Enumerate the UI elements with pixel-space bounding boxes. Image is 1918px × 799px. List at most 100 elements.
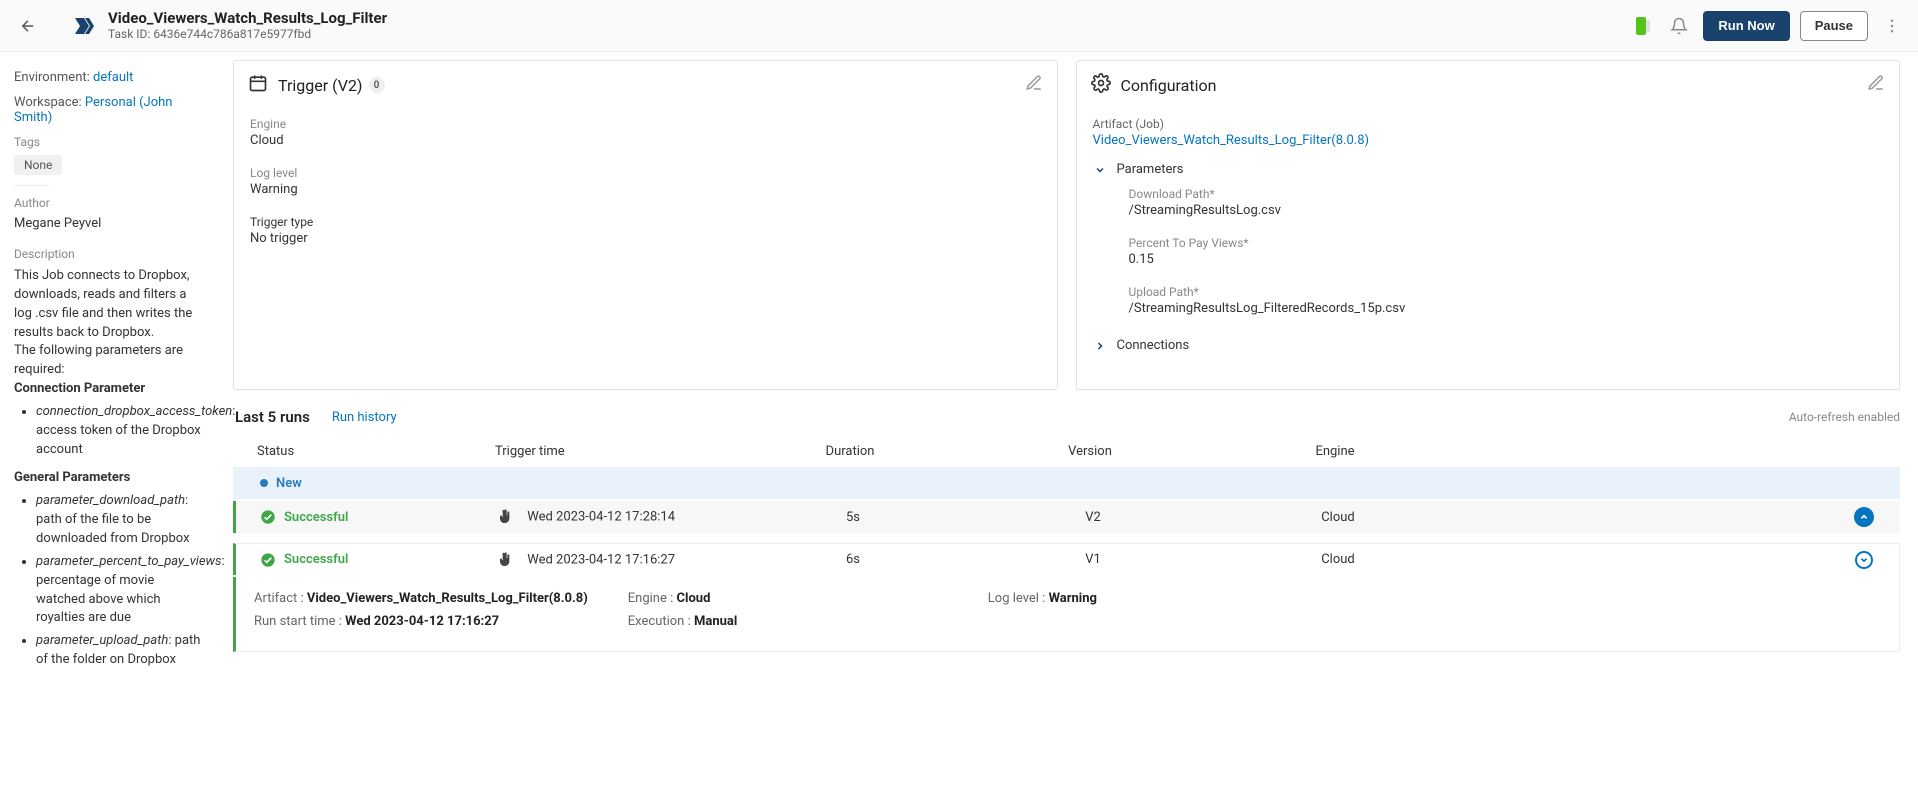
detail-engine-label: Engine : xyxy=(628,591,673,606)
connections-label: Connections xyxy=(1117,338,1190,353)
title-block: Video_Viewers_Watch_Results_Log_Filter T… xyxy=(108,9,1627,43)
tag-none: None xyxy=(14,155,62,175)
task-id-line: Task ID: 6436e744c786a817e5977fbd xyxy=(108,27,1627,43)
conn-param-name: connection_dropbox_access_token xyxy=(36,404,232,419)
loglevel-value: Warning xyxy=(250,182,1041,197)
task-id-value: 6436e744c786a817e5977fbd xyxy=(153,27,311,41)
environment-label: Environment: xyxy=(14,70,90,85)
more-menu-icon[interactable] xyxy=(1878,12,1906,40)
page-title: Video_Viewers_Watch_Results_Log_Filter xyxy=(108,9,1627,27)
general-param-heading: General Parameters xyxy=(14,470,130,485)
gen-param-1: parameter_download_path: path of the fil… xyxy=(36,492,201,549)
row2-version: V1 xyxy=(968,552,1218,567)
main-content: Trigger (V2) 0 Engine Cloud Log level Wa… xyxy=(215,52,1918,698)
run-row-2[interactable]: Successful Wed 2023-04-12 17:16:27 6s V1… xyxy=(233,543,1900,575)
pause-button[interactable]: Pause xyxy=(1800,11,1868,41)
runs-section-title: Last 5 runs xyxy=(235,408,310,426)
description-label: Description xyxy=(14,247,201,261)
manual-trigger-icon xyxy=(498,552,514,568)
arrow-left-icon xyxy=(19,17,37,35)
gen-param-3-name: parameter_upload_path xyxy=(36,633,168,648)
download-path-value: /StreamingResultsLog.csv xyxy=(1129,203,1884,218)
artifact-label: Artifact (Job) xyxy=(1093,117,1884,131)
author-label: Author xyxy=(14,196,201,210)
status-dot-icon xyxy=(260,479,268,487)
run-history-link[interactable]: Run history xyxy=(332,410,397,425)
row2-engine: Cloud xyxy=(1218,552,1458,567)
run-row-1[interactable]: Successful Wed 2023-04-12 17:28:14 5s V2… xyxy=(233,501,1900,533)
gear-icon xyxy=(1091,73,1111,97)
gen-param-2-name: parameter_percent_to_pay_views xyxy=(36,554,222,569)
parameters-label: Parameters xyxy=(1117,162,1184,177)
col-engine: Engine xyxy=(1215,444,1455,459)
detail-start-value: Wed 2023-04-12 17:16:27 xyxy=(345,614,499,629)
run-row-2-detail: Artifact : Video_Viewers_Watch_Results_L… xyxy=(233,577,1900,652)
parameters-toggle[interactable]: Parameters xyxy=(1093,158,1884,181)
status-success-label: Successful xyxy=(284,510,348,525)
runs-table: Status Trigger time Duration Version Eng… xyxy=(233,436,1900,652)
artifact-link[interactable]: Video_Viewers_Watch_Results_Log_Filter(8… xyxy=(1093,133,1370,148)
description-intro: This Job connects to Dropbox, downloads,… xyxy=(14,268,192,340)
connection-param-heading: Connection Parameter xyxy=(14,381,145,396)
top-bar: Video_Viewers_Watch_Results_Log_Filter T… xyxy=(0,0,1918,52)
detail-engine-value: Cloud xyxy=(677,591,711,606)
row1-version: V2 xyxy=(968,510,1218,525)
run-row-new[interactable]: New xyxy=(233,467,1900,499)
detail-exec-value: Manual xyxy=(694,614,737,629)
manual-trigger-icon xyxy=(498,509,514,525)
bell-icon[interactable] xyxy=(1665,12,1693,40)
calendar-icon xyxy=(248,73,268,97)
chevron-down-icon xyxy=(1093,164,1107,176)
gen-param-3: parameter_upload_path: path of the folde… xyxy=(36,632,201,670)
tags-label: Tags xyxy=(14,135,201,149)
app-logo xyxy=(72,14,96,38)
col-status: Status xyxy=(245,444,495,459)
percent-pay-value: 0.15 xyxy=(1129,252,1884,267)
edit-config-icon[interactable] xyxy=(1867,74,1885,96)
triggertype-value: No trigger xyxy=(250,231,1041,246)
engine-label: Engine xyxy=(250,117,1041,131)
check-circle-icon xyxy=(260,552,276,568)
detail-exec-label: Execution : xyxy=(628,614,691,629)
detail-start-label: Run start time : xyxy=(254,614,342,629)
detail-artifact-value: Video_Viewers_Watch_Results_Log_Filter(8… xyxy=(307,591,588,606)
row1-duration: 5s xyxy=(738,510,968,525)
status-new-label: New xyxy=(276,476,302,491)
workspace-label: Workspace: xyxy=(14,95,82,110)
check-circle-icon xyxy=(260,509,276,525)
detail-artifact-label: Artifact : xyxy=(254,591,304,606)
configuration-panel: Configuration Artifact (Job) Video_Viewe… xyxy=(1076,60,1901,390)
description-body: This Job connects to Dropbox, downloads,… xyxy=(14,267,201,670)
back-button[interactable] xyxy=(12,10,44,42)
expand-row-icon[interactable] xyxy=(1855,551,1873,569)
detail-loglevel-label: Log level : xyxy=(988,591,1046,606)
edit-trigger-icon[interactable] xyxy=(1025,74,1043,96)
description-req: The following parameters are required: xyxy=(14,343,183,377)
connections-toggle[interactable]: Connections xyxy=(1093,334,1884,357)
trigger-count-badge: 0 xyxy=(369,77,385,93)
divider xyxy=(14,185,49,186)
task-id-label: Task ID: xyxy=(108,27,150,41)
loglevel-label: Log level xyxy=(250,166,1041,180)
author-value: Megane Peyvel xyxy=(14,216,201,231)
row1-trigger: Wed 2023-04-12 17:28:14 xyxy=(527,509,675,524)
detail-loglevel-value: Warning xyxy=(1049,591,1097,606)
run-now-button[interactable]: Run Now xyxy=(1703,11,1789,41)
environment-link[interactable]: default xyxy=(93,70,133,85)
upload-path-value: /StreamingResultsLog_FilteredRecords_15p… xyxy=(1129,301,1884,316)
chevron-right-icon xyxy=(1093,340,1107,352)
percent-pay-label: Percent To Pay Views* xyxy=(1129,236,1884,250)
col-trigger: Trigger time xyxy=(495,444,735,459)
row2-duration: 6s xyxy=(738,552,968,567)
row1-engine: Cloud xyxy=(1218,510,1458,525)
status-success-label: Successful xyxy=(284,552,348,567)
status-indicator-icon xyxy=(1627,12,1655,40)
download-path-label: Download Path* xyxy=(1129,187,1884,201)
upload-path-label: Upload Path* xyxy=(1129,285,1884,299)
triggertype-label: Trigger type xyxy=(250,215,1041,229)
collapse-row-icon[interactable] xyxy=(1854,507,1874,527)
config-panel-title: Configuration xyxy=(1121,76,1217,95)
row2-trigger: Wed 2023-04-12 17:16:27 xyxy=(527,552,675,567)
trigger-panel-title: Trigger (V2) xyxy=(278,76,363,95)
auto-refresh-label: Auto-refresh enabled xyxy=(1789,410,1900,424)
